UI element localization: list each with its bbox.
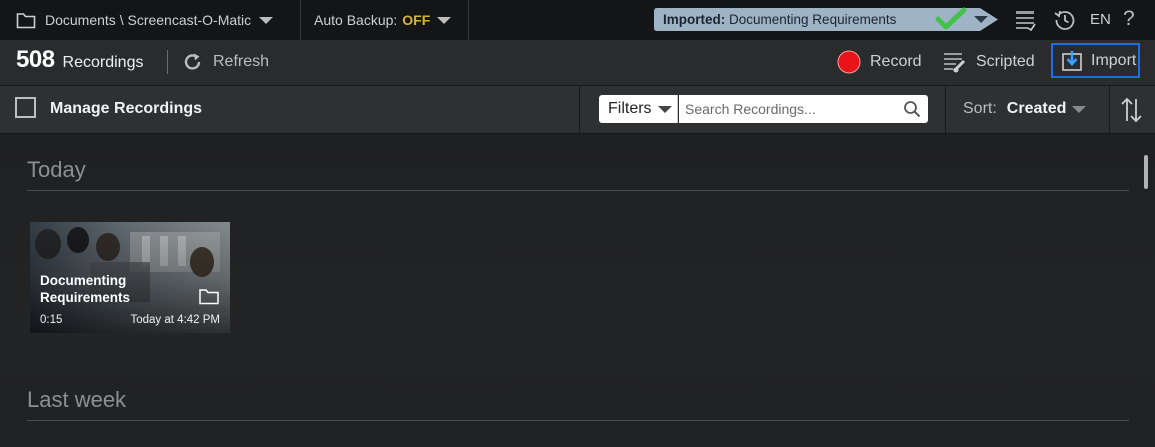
filters-label: Filters [608,100,652,117]
refresh-label: Refresh [213,53,270,70]
record-icon [837,50,861,74]
chevron-down-icon [1072,105,1087,113]
search-icon[interactable] [903,100,921,118]
folder-path-label: Documents \ Screencast-O-Matic [45,12,252,28]
divider [167,50,168,74]
refresh-icon [184,53,201,70]
notes-list-icon[interactable] [1014,9,1036,31]
filters-dropdown[interactable]: Filters [599,95,678,123]
divider [468,0,469,40]
manage-recordings-label[interactable]: Manage Recordings [50,100,202,118]
folder-path-dropdown[interactable]: Documents \ Screencast-O-Matic [16,10,274,30]
auto-backup-label: Auto Backup: [314,12,398,28]
scrollbar-thumb[interactable] [1144,155,1148,189]
import-label: Import [1091,51,1137,69]
search-box [679,95,928,123]
section-title-today: Today [27,157,86,182]
script-icon [944,53,966,73]
manage-recordings-checkbox[interactable] [15,97,36,118]
import-status-banner[interactable]: Imported: Documenting Requirements [654,7,998,31]
record-button[interactable]: Record [837,50,922,74]
chevron-down-icon [974,16,988,23]
auto-backup-toggle[interactable]: Auto Backup: OFF [314,10,452,30]
scripted-button[interactable]: Scripted [943,50,1035,74]
refresh-button[interactable]: Refresh [183,50,269,74]
section-title-last-week: Last week [27,387,127,412]
import-icon [1062,50,1082,71]
auto-backup-state: OFF [402,12,431,28]
chevron-down-icon [259,16,274,24]
recordings-count-number: 508 [16,46,55,73]
section-divider [27,190,1129,191]
recording-card[interactable]: Documenting Requirements 0:15 Today at 4… [30,222,230,333]
scripted-label: Scripted [976,53,1035,70]
divider [1109,86,1110,133]
help-icon[interactable]: ? [1123,7,1135,31]
divider [300,0,301,40]
recording-title: Documenting Requirements [40,273,131,305]
chevron-down-icon [657,105,672,113]
import-status-text: Imported: Documenting Requirements [663,12,897,27]
recordings-count: 508 Recordings [16,46,143,78]
language-selector[interactable]: EN [1090,11,1111,28]
divider [945,86,946,133]
recording-duration: 0:15 [40,314,63,326]
import-button[interactable]: Import [1051,43,1140,78]
record-label: Record [870,53,922,70]
divider [579,86,580,133]
sort-dropdown[interactable]: Sort: Created [963,99,1087,119]
section-divider [27,420,1129,421]
checkmark-icon [935,7,967,30]
recordings-count-label: Recordings [62,54,144,71]
recording-date: Today at 4:42 PM [130,314,221,326]
search-input[interactable] [685,99,895,119]
folder-icon [16,12,36,28]
sort-value: Created [1006,100,1067,117]
history-icon[interactable] [1054,9,1076,31]
sort-direction-icon[interactable] [1120,96,1144,124]
sort-label: Sort: [963,100,997,117]
chevron-down-icon [437,16,452,24]
